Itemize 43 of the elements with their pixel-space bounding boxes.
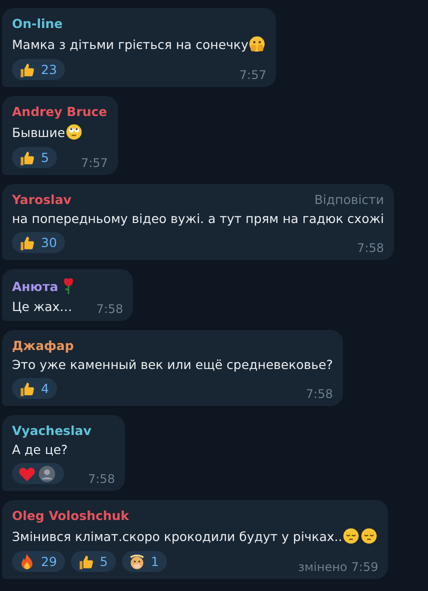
reaction-button[interactable]	[12, 463, 64, 484]
pensive-face-icon	[342, 527, 360, 545]
author-name[interactable]: Yaroslav	[12, 192, 72, 207]
thumbs-up-icon	[18, 148, 36, 166]
reaction-button[interactable]: 5	[12, 147, 57, 168]
eye-roll-face-icon	[65, 123, 84, 141]
message-text: А де це?	[12, 442, 68, 457]
pensive-face-icon	[360, 527, 378, 545]
thumbs-up-icon	[18, 60, 36, 78]
message-time: 7:57	[80, 156, 108, 170]
message-text: Это уже каменный век или ещё средневековье?	[12, 357, 333, 372]
message-time: 7:58	[96, 302, 124, 316]
reaction-button[interactable]: 1	[122, 551, 167, 572]
author-name[interactable]: Джафар	[12, 338, 74, 353]
author-name[interactable]: Vyacheslav	[12, 423, 92, 438]
author-name[interactable]: Oleg Voloshchuk	[12, 508, 129, 523]
reply-link[interactable]: Відповісти	[314, 192, 384, 207]
edited-label: змінено	[298, 560, 348, 574]
message-time: 7:58	[88, 472, 115, 486]
thumbs-up-icon	[18, 380, 36, 398]
thumbs-up-icon	[76, 552, 95, 570]
reaction-button[interactable]: 5	[70, 551, 116, 572]
author-name[interactable]: Andrey Bruce	[12, 104, 108, 119]
heart-icon	[18, 464, 36, 482]
message-text: Змінився клімат.скоро крокодили будут у річках..	[12, 528, 342, 544]
message-time: 7:58	[306, 387, 333, 401]
thumbs-up-icon	[18, 234, 36, 252]
author-name[interactable]: On-line	[12, 16, 63, 31]
avatar-icon	[38, 464, 56, 482]
author-name[interactable]: Анюта	[12, 278, 58, 294]
message-time: 7:59	[351, 560, 378, 574]
face-with-hands-icon	[248, 35, 266, 53]
reaction-button[interactable]: 30	[12, 232, 65, 253]
message-time: 7:57	[239, 68, 266, 82]
message-time: 7:58	[357, 241, 384, 255]
rose-icon	[62, 277, 76, 295]
reaction-button[interactable]: 4	[12, 378, 57, 399]
message-text: Це жах…	[12, 299, 72, 314]
message-text: на попередньому відео вужі. а тут прям на гадюк схожі	[12, 211, 384, 226]
reaction-button[interactable]: 29	[12, 551, 65, 572]
message-text: Мамка з дітьми гріється на сонечку	[12, 36, 248, 52]
message-text: Бывшие	[12, 124, 66, 140]
reaction-button[interactable]: 23	[12, 59, 65, 80]
